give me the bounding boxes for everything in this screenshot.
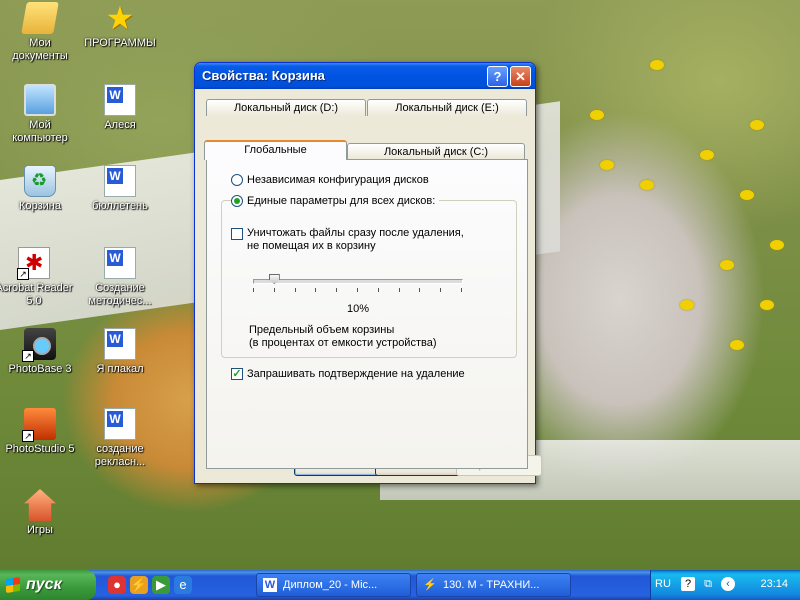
slider-track[interactable]: [253, 279, 463, 284]
capacity-label-line1: Предельный объем корзины: [249, 324, 395, 336]
desktop-icon-label: Корзина: [19, 200, 61, 212]
desktop-icon-label: Acrobat Reader 5.0: [0, 282, 73, 307]
help-button[interactable]: ?: [487, 66, 508, 87]
desktop-icon-photostudio[interactable]: PhotoStudio 5: [0, 408, 80, 456]
close-icon: ✕: [515, 69, 526, 84]
task-label: Диплом_20 - Mic...: [283, 579, 378, 591]
media-player-quicklaunch-icon[interactable]: ▶: [152, 576, 170, 594]
recycle-bin-properties-dialog: Свойства: Корзина ? ✕ Локальный диск (D:…: [194, 62, 542, 484]
clock: 23:14: [760, 578, 788, 590]
slider-tick: [294, 288, 296, 292]
taskbar: пуск ● ⚡ ▶ e W Диплом_20 - Mic... ⚡ 130.…: [0, 570, 800, 600]
network-icon[interactable]: ⧉: [701, 577, 715, 591]
close-button[interactable]: ✕: [510, 66, 531, 87]
desktop-icon-label: PhotoStudio 5: [5, 443, 75, 455]
folder-icon: [21, 2, 59, 34]
slider-tick: [315, 288, 317, 292]
desktop-icon-label: Игры: [27, 524, 53, 536]
help-tray-icon[interactable]: ?: [681, 577, 695, 591]
dialog-body: Локальный диск (D:) Локальный диск (E:) …: [198, 89, 542, 480]
slider-tick: [461, 288, 462, 292]
dialog-titlebar[interactable]: Свойства: Корзина ? ✕: [195, 63, 535, 89]
radio-independent-config[interactable]: Независимая конфигурация дисков: [231, 174, 429, 186]
winamp-quicklaunch-icon[interactable]: ⚡: [130, 576, 148, 594]
games-icon: [24, 489, 56, 521]
desktop-icon-creating-ad[interactable]: создание рекласн...: [80, 408, 160, 469]
camera-icon: [22, 328, 56, 362]
checkbox[interactable]: [231, 228, 243, 240]
radio-button[interactable]: [231, 174, 243, 186]
word-document-icon: [104, 328, 136, 360]
system-tray: RU ? ⧉ ‹ 23:14: [650, 570, 800, 600]
radio-button[interactable]: [231, 195, 243, 207]
desktop-icon-ya-plakal[interactable]: Я плакал: [80, 328, 160, 376]
checkbox-delete-immediately[interactable]: Уничтожать файлы сразу после удаления, н…: [231, 227, 464, 253]
slider-tick: [336, 288, 338, 292]
task-label: 130. М - ТРАХНИ...: [443, 579, 540, 591]
radio-label: Единые параметры для всех дисков:: [247, 195, 436, 207]
tab-local-disk-d[interactable]: Локальный диск (D:): [206, 99, 366, 116]
computer-icon: [24, 84, 56, 116]
slider-tick: [440, 288, 442, 292]
tab-panel-global: Независимая конфигурация дисков Единые п…: [206, 159, 528, 469]
desktop-icon-acrobat-reader[interactable]: Acrobat Reader 5.0: [0, 247, 74, 308]
radio-single-settings[interactable]: Единые параметры для всех дисков:: [231, 195, 440, 207]
desktop-icon-programs[interactable]: ★ ПРОГРАММЫ: [80, 2, 160, 50]
acrobat-icon: [17, 247, 50, 280]
checkbox[interactable]: ✓: [231, 368, 243, 380]
desktop-icon-my-computer[interactable]: Мой компьютер: [0, 84, 80, 145]
slider-value: 10%: [347, 303, 370, 315]
capacity-label-line2: (в процентах от емкости устройства): [249, 337, 437, 349]
tab-local-disk-e[interactable]: Локальный диск (E:): [367, 99, 527, 116]
slider-tick: [273, 288, 275, 292]
slider-tick: [377, 288, 379, 292]
desktop-icon-label: создание рекласн...: [94, 443, 146, 468]
star-icon: ★: [105, 0, 135, 36]
winamp-icon: ⚡: [423, 579, 437, 591]
language-indicator[interactable]: RU: [655, 578, 671, 590]
desktop-icon-label: Мой компьютер: [12, 119, 68, 144]
help-icon: ?: [493, 69, 502, 84]
slider-tick: [398, 288, 400, 292]
desktop-icon-label: Создание методичес...: [88, 282, 152, 307]
desktop-icon-recycle-bin[interactable]: Корзина: [0, 165, 80, 213]
capacity-description: Предельный объем корзины (в процентах от…: [249, 324, 437, 350]
desktop-icon-my-documents[interactable]: Мои документы: [0, 2, 80, 63]
slider-tick: [357, 288, 358, 292]
desktop-icon-photobase[interactable]: PhotoBase 3: [0, 328, 80, 376]
word-icon: W: [263, 578, 277, 592]
desktop-icon-label: Алеся: [104, 119, 136, 131]
slider-tick: [419, 288, 421, 292]
word-document-icon: [104, 165, 136, 197]
taskbar-button-diploma[interactable]: W Диплом_20 - Mic...: [256, 573, 411, 597]
desktop-icon-games[interactable]: Игры: [0, 489, 80, 537]
checkbox-confirm-delete[interactable]: ✓ Запрашивать подтверждение на удаление: [231, 368, 465, 380]
desktop-icon-label: Мои документы: [12, 37, 68, 62]
desktop-icon-label: ПРОГРАММЫ: [84, 37, 156, 49]
tab-global[interactable]: Глобальные: [204, 140, 347, 160]
desktop-icon-creating-manual[interactable]: Создание методичес...: [80, 247, 160, 308]
taskbar-button-winamp[interactable]: ⚡ 130. М - ТРАХНИ...: [416, 573, 571, 597]
checkbox-label-line1: Уничтожать файлы сразу после удаления,: [247, 227, 464, 239]
slider-tick: [253, 288, 254, 292]
word-document-icon: [104, 84, 136, 116]
tab-local-disk-c[interactable]: Локальный диск (C:): [347, 143, 525, 159]
recycle-bin-icon: [24, 165, 56, 197]
start-button[interactable]: пуск: [0, 570, 96, 600]
browser-quicklaunch-icon[interactable]: ●: [108, 576, 126, 594]
desktop-icon-label: PhotoBase 3: [8, 363, 72, 375]
checkbox-label-line2: не помещая их в корзину: [247, 240, 376, 252]
radio-label: Независимая конфигурация дисков: [247, 174, 429, 186]
desktop-icon-bulletin[interactable]: бюллетень: [80, 165, 160, 213]
desktop-icon-label: Я плакал: [96, 363, 144, 375]
chevron-left-icon[interactable]: ‹: [721, 577, 735, 591]
word-document-icon: [104, 408, 136, 440]
desktop-icon-label: бюллетень: [92, 200, 148, 212]
dialog-title: Свойства: Корзина: [202, 68, 325, 83]
paint-icon: [22, 408, 56, 442]
internet-explorer-quicklaunch-icon[interactable]: e: [174, 576, 192, 594]
word-document-icon: [104, 247, 136, 279]
checkbox-label: Запрашивать подтверждение на удаление: [247, 368, 465, 380]
desktop-icon-alesya[interactable]: Алеся: [80, 84, 160, 132]
